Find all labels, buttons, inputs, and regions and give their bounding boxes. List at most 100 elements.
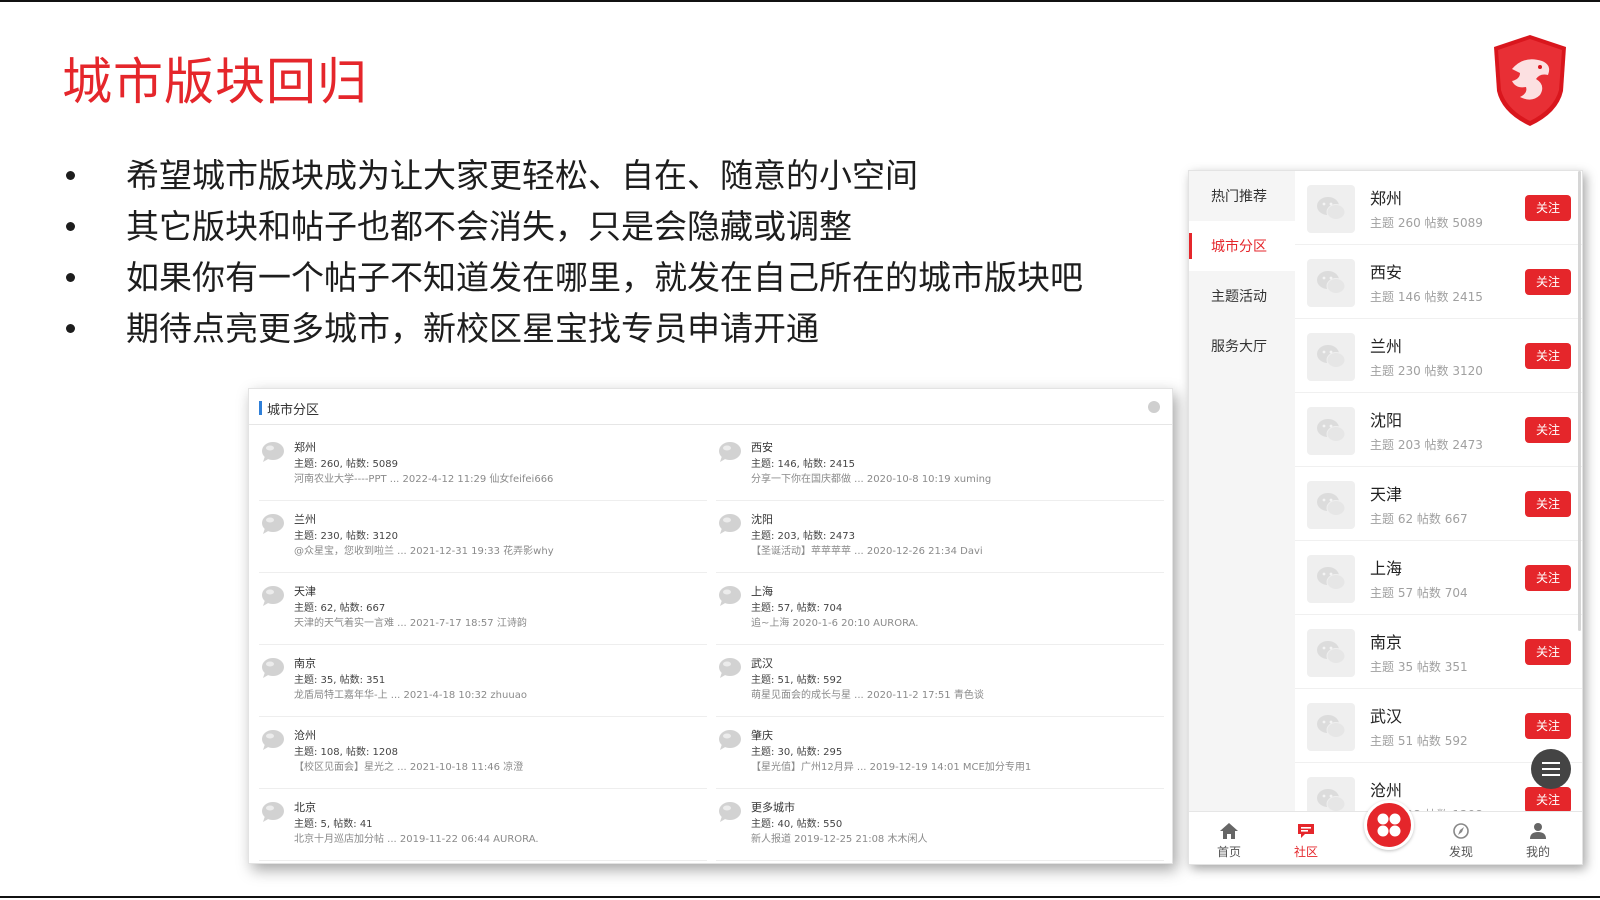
city-stats: 主题 51 帖数 592 bbox=[1370, 734, 1468, 748]
forum-last-post[interactable]: 北京十月巡店加分帖 ... 2019-11-22 06:44 AURORA. bbox=[294, 830, 539, 845]
forum-last-post[interactable]: 【星光值】广州12月异 ... 2019-12-19 14:01 MCE加分专用… bbox=[751, 758, 1031, 773]
bottom-tab-bar: 首页 社区 发现 我的 bbox=[1189, 800, 1582, 864]
city-avatar bbox=[1307, 185, 1355, 233]
forum-city-cell[interactable]: 更多城市 主题: 40, 帖数: 550 新人报道 2019-12-25 21:08… bbox=[716, 789, 1164, 861]
forum-city-name[interactable]: 兰州 bbox=[294, 511, 316, 527]
forum-city-name[interactable]: 武汉 bbox=[751, 655, 773, 671]
forum-bubble-icon bbox=[262, 658, 284, 678]
forum-city-cell[interactable]: 沈阳 主题: 203, 帖数: 2473 【圣诞活动】苹苹苹苹 ... 2020-1… bbox=[716, 501, 1164, 573]
forum-city-cell[interactable]: 天津主题: 62, 帖数: 667 天津的天气着实一言难 ... 2021-7-1… bbox=[259, 573, 707, 645]
city-stats: 主题 62 帖数 667 bbox=[1370, 512, 1468, 526]
city-name: 天津 bbox=[1370, 485, 1403, 504]
collapse-icon[interactable] bbox=[1148, 401, 1160, 413]
forum-city-name[interactable]: 沧州 bbox=[294, 727, 316, 743]
forum-last-post[interactable]: 【圣诞活动】苹苹苹苹 ... 2020-12-26 21:34 Davi bbox=[751, 542, 983, 557]
forum-city-grid: 郑州 主题: 260, 帖数: 5089 河南农业大学----PPT ... 202… bbox=[259, 429, 1164, 861]
forum-city-name[interactable]: 更多城市 bbox=[751, 799, 795, 815]
city-stats: 主题 35 帖数 351 bbox=[1370, 660, 1468, 674]
city-row[interactable]: 南京 主题 35 帖数 351 关注 bbox=[1295, 615, 1582, 689]
bullet-item: 希望城市版块成为让大家更轻松、自在、随意的小空间 bbox=[64, 150, 1174, 201]
tab-home[interactable]: 首页 bbox=[1204, 822, 1254, 860]
forum-last-post[interactable]: 龙盾局特工嘉年华-上 ... 2021-4-18 10:32 zhuuao bbox=[294, 686, 527, 701]
city-name: 西安 bbox=[1370, 263, 1403, 282]
bullet-dot bbox=[66, 273, 75, 282]
forum-city-name[interactable]: 天津 bbox=[294, 583, 316, 599]
city-row[interactable]: 兰州 主题 230 帖数 3120 关注 bbox=[1295, 319, 1582, 393]
tab-discover[interactable]: 发现 bbox=[1436, 822, 1486, 860]
tab-me[interactable]: 我的 bbox=[1513, 822, 1563, 860]
forum-section-header: 城市分区 bbox=[249, 389, 1172, 425]
forum-last-post[interactable]: 天津的天气着实一言难 ... 2021-7-17 18:57 江诗韵 bbox=[294, 614, 527, 629]
city-row[interactable]: 上海 主题 57 帖数 704 关注 bbox=[1295, 541, 1582, 615]
city-stats: 主题 203 帖数 2473 bbox=[1370, 438, 1483, 452]
forum-city-cell[interactable]: 郑州 主题: 260, 帖数: 5089 河南农业大学----PPT ... 202… bbox=[259, 429, 707, 501]
follow-button[interactable]: 关注 bbox=[1525, 269, 1571, 295]
forum-bubble-icon bbox=[719, 658, 741, 678]
menu-button[interactable] bbox=[1531, 749, 1571, 789]
city-row[interactable]: 沈阳 主题 203 帖数 2473 关注 bbox=[1295, 393, 1582, 467]
forum-last-post[interactable]: 分享一下你在国庆都做 ... 2020-10-8 10:19 xuming bbox=[751, 470, 991, 485]
apps-icon bbox=[1377, 813, 1401, 837]
city-avatar bbox=[1307, 555, 1355, 603]
forum-city-cell[interactable]: 兰州 主题: 230, 帖数: 3120 @众星宝，您收到啦兰 ... 2021-1… bbox=[259, 501, 707, 573]
follow-button[interactable]: 关注 bbox=[1525, 491, 1571, 517]
forum-city-name[interactable]: 沈阳 bbox=[751, 511, 773, 527]
forum-bubble-icon bbox=[719, 586, 741, 606]
active-marker bbox=[1189, 233, 1192, 259]
follow-button[interactable]: 关注 bbox=[1525, 787, 1571, 811]
bullet-list: 希望城市版块成为让大家更轻松、自在、随意的小空间 其它版块和帖子也都不会消失，只… bbox=[64, 150, 1174, 354]
forum-city-name[interactable]: 上海 bbox=[751, 583, 773, 599]
side-menu: 热门推荐 城市分区 主题活动 服务大厅 bbox=[1189, 171, 1295, 811]
side-item-hot[interactable]: 热门推荐 bbox=[1189, 171, 1295, 221]
forum-city-cell[interactable]: 肇庆 主题: 30, 帖数: 295 【星光值】广州12月异 ... 2019-12… bbox=[716, 717, 1164, 789]
tab-label: 发现 bbox=[1448, 845, 1473, 859]
follow-button[interactable]: 关注 bbox=[1525, 565, 1571, 591]
city-list: 郑州 主题 260 帖数 5089 关注 西安 主题 146 帖数 2415 关注 兰州 主题… bbox=[1295, 171, 1582, 811]
forum-last-post[interactable]: 新人报道 2019-12-25 21:08 木木闲人 bbox=[751, 830, 927, 845]
scrollbar[interactable] bbox=[1578, 171, 1581, 631]
follow-button[interactable]: 关注 bbox=[1525, 713, 1571, 739]
apps-button[interactable] bbox=[1364, 800, 1414, 850]
forum-city-cell[interactable]: 西安 主题: 146, 帖数: 2415 分享一下你在国庆都做 ... 2020-1… bbox=[716, 429, 1164, 501]
tab-community[interactable]: 社区 bbox=[1281, 822, 1331, 860]
forum-bubble-icon bbox=[719, 514, 741, 534]
forum-bubble-icon bbox=[719, 802, 741, 822]
follow-button[interactable]: 关注 bbox=[1525, 343, 1571, 369]
follow-button[interactable]: 关注 bbox=[1525, 639, 1571, 665]
forum-city-cell[interactable]: 上海 主题: 57, 帖数: 704 追~上海 2020-1-6 20:10 AUR… bbox=[716, 573, 1164, 645]
wechat-placeholder-icon bbox=[1317, 419, 1346, 442]
forum-last-post[interactable]: 萌星见面会的成长与星 ... 2020-11-2 17:51 青色谈 bbox=[751, 686, 984, 701]
wechat-placeholder-icon bbox=[1317, 493, 1346, 516]
forum-last-post[interactable]: 河南农业大学----PPT ... 2022-4-12 11:29 仙女feif… bbox=[294, 470, 553, 485]
city-row[interactable]: 天津主题 62 帖数 667 关注 bbox=[1295, 467, 1582, 541]
forum-last-post[interactable]: @众星宝，您收到啦兰 ... 2021-12-31 19:33 花弄影why bbox=[294, 542, 554, 557]
forum-city-cell[interactable]: 沧州 主题: 108, 帖数: 1208 【校区见面会】星光之 ... 2021-1… bbox=[259, 717, 707, 789]
follow-button[interactable]: 关注 bbox=[1525, 195, 1571, 221]
mobile-app-screenshot: 热门推荐 城市分区 主题活动 服务大厅 郑州 主题 260 帖数 5089 关注 西安… bbox=[1188, 170, 1583, 865]
city-row[interactable]: 郑州 主题 260 帖数 5089 关注 bbox=[1295, 171, 1582, 245]
forum-city-stats: 主题: 62, 帖数: 667 bbox=[294, 603, 386, 614]
forum-city-cell[interactable]: 北京 主题: 5, 帖数: 41 北京十月巡店加分帖 ... 2019-11-22 … bbox=[259, 789, 707, 861]
forum-city-name[interactable]: 郑州 bbox=[294, 439, 316, 455]
bullet-item: 其它版块和帖子也都不会消失，只是会隐藏或调整 bbox=[64, 201, 1174, 252]
city-row[interactable]: 西安 主题 146 帖数 2415 关注 bbox=[1295, 245, 1582, 319]
forum-last-post[interactable]: 【校区见面会】星光之 ... 2021-10-18 11:46 凉澄 bbox=[294, 758, 523, 773]
forum-city-cell[interactable]: 南京 主题: 35, 帖数: 351 龙盾局特工嘉年华-上 ... 2021-4-1… bbox=[259, 645, 707, 717]
side-item-events[interactable]: 主题活动 bbox=[1189, 271, 1295, 321]
hamburger-line bbox=[1542, 774, 1560, 776]
side-item-city[interactable]: 城市分区 bbox=[1189, 221, 1295, 271]
tab-label: 社区 bbox=[1293, 845, 1318, 859]
forum-last-post[interactable]: 追~上海 2020-1-6 20:10 AURORA. bbox=[751, 614, 919, 629]
side-item-service[interactable]: 服务大厅 bbox=[1189, 321, 1295, 371]
forum-city-name[interactable]: 北京 bbox=[294, 799, 316, 815]
follow-button[interactable]: 关注 bbox=[1525, 417, 1571, 443]
bullet-dot bbox=[66, 222, 75, 231]
city-avatar bbox=[1307, 259, 1355, 307]
city-avatar bbox=[1307, 777, 1355, 811]
forum-city-name[interactable]: 南京 bbox=[294, 655, 316, 671]
tab-label: 我的 bbox=[1525, 845, 1550, 859]
forum-city-name[interactable]: 西安 bbox=[751, 439, 773, 455]
forum-city-name[interactable]: 肇庆 bbox=[751, 727, 773, 743]
forum-city-cell[interactable]: 武汉 主题: 51, 帖数: 592 萌星见面会的成长与星 ... 2020-11-… bbox=[716, 645, 1164, 717]
bullet-text: 如果你有一个帖子不知道发在哪里，就发在自己所在的城市版块吧 bbox=[126, 258, 1083, 297]
